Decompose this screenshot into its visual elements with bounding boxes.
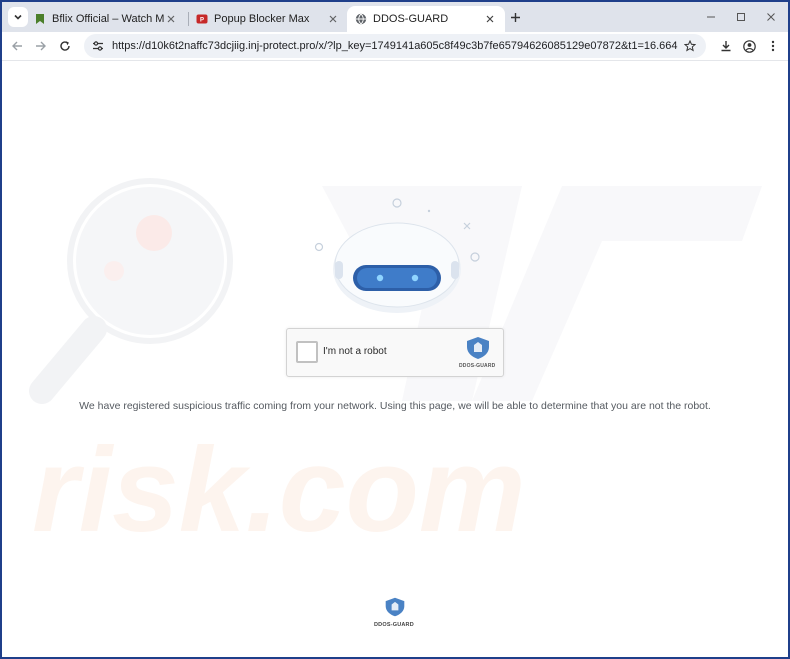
captcha-widget: I'm not a robot DDOS-GUARD [286,328,504,377]
tab-ddos-guard[interactable]: DDOS-GUARD [347,6,505,32]
robot-illustration [314,198,480,313]
back-button[interactable] [8,37,26,55]
new-tab-button[interactable] [507,9,523,25]
globe-favicon-icon [355,13,367,25]
popup-blocker-favicon-icon: P [196,14,208,24]
tune-icon [93,41,103,51]
site-info-button[interactable] [90,38,106,54]
tab-title: Popup Blocker Max [214,13,310,25]
close-tab-icon[interactable] [164,12,178,26]
close-window-button[interactable] [762,8,780,26]
browser-toolbar: https://d10k6t2naffc73dcjiig.inj-protect… [2,32,788,61]
arrow-left-icon [12,41,22,51]
close-icon [767,13,775,21]
maximize-button[interactable] [732,8,750,26]
more-vert-icon [771,40,775,52]
download-icon [721,41,731,52]
close-tab-icon[interactable] [326,12,340,26]
svg-text:risk.com: risk.com [32,423,526,557]
minimize-button[interactable] [702,8,720,26]
svg-text:P: P [200,18,204,24]
address-bar[interactable]: https://d10k6t2naffc73dcjiig.inj-protect… [84,34,706,58]
reload-icon [60,41,70,51]
not-robot-checkbox[interactable] [296,341,318,363]
menu-button[interactable] [764,37,782,55]
tab-popup-blocker[interactable]: P Popup Blocker Max [188,6,348,32]
plus-icon [510,12,520,22]
close-tab-icon[interactable] [483,12,497,26]
shield-icon [467,337,489,359]
tab-bflix[interactable]: Bflix Official – Watch Movies ar [26,6,186,32]
profile-button[interactable] [740,37,758,55]
page-content: risk.com I'm not a robot DDOS-GUARD We h… [2,61,788,657]
chevron-down-icon [14,14,22,20]
browser-window: Bflix Official – Watch Movies ar P Popup… [2,2,788,657]
info-message: We have registered suspicious traffic co… [79,400,711,412]
reload-button[interactable] [56,37,74,55]
forward-button[interactable] [32,37,50,55]
minimize-icon [707,16,715,18]
url-text[interactable]: https://d10k6t2naffc73dcjiig.inj-protect… [112,40,678,52]
tab-strip: Bflix Official – Watch Movies ar P Popup… [2,2,788,32]
tab-title: Bflix Official – Watch Movies ar [52,13,164,25]
footer-brand: DDOS-GUARD [374,622,414,628]
shield-icon [385,597,405,617]
account-icon [742,39,756,53]
maximize-icon [737,13,745,21]
bookmark-star-button[interactable] [682,38,698,54]
bookmark-favicon-icon [36,14,44,24]
captcha-brand: DDOS-GUARD [459,363,496,369]
downloads-button[interactable] [717,37,735,55]
arrow-right-icon [36,41,46,51]
tab-search-button[interactable] [8,7,28,27]
tab-title: DDOS-GUARD [373,13,449,25]
star-icon [684,40,696,52]
captcha-label: I'm not a robot [323,346,387,357]
